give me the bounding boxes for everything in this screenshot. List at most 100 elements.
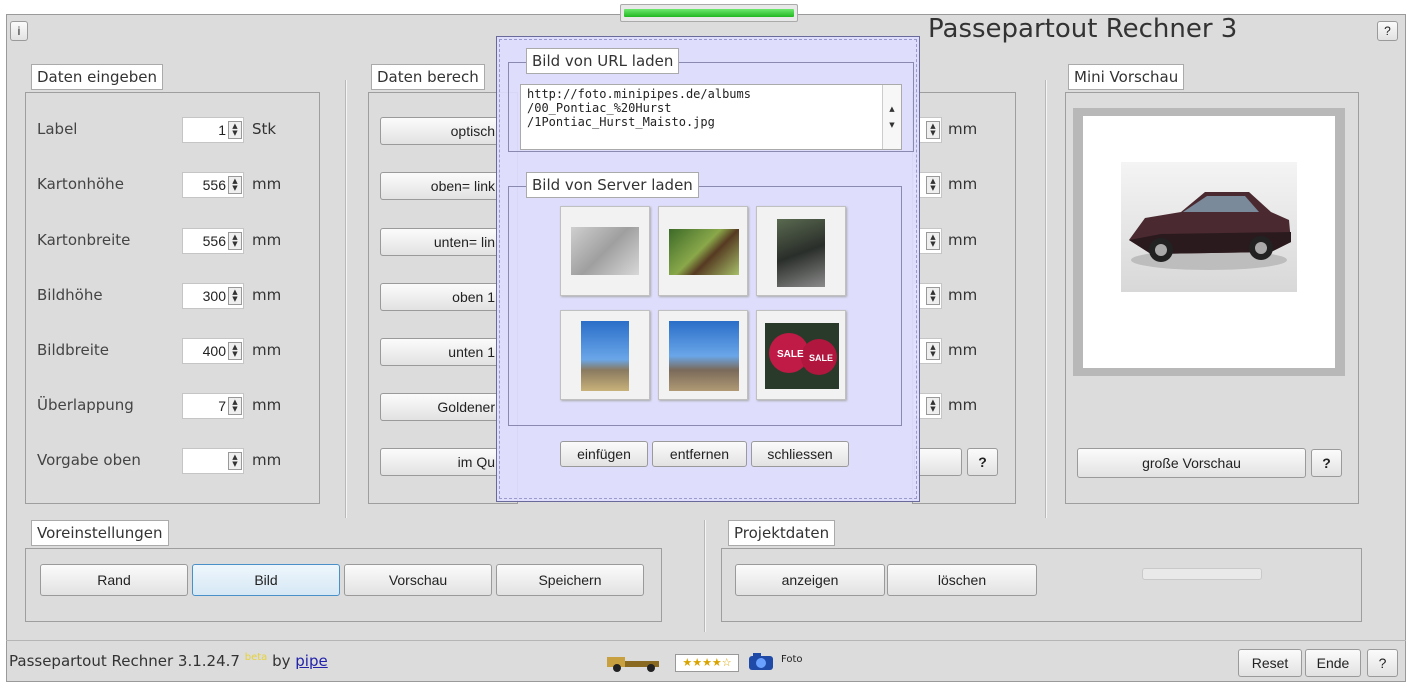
scroll-down-icon[interactable]: ▼ [889, 121, 894, 129]
thumbnail-texture[interactable] [560, 206, 650, 296]
spinner-value: 400 [202, 343, 226, 359]
ergebnis-help-button[interactable]: ? [967, 448, 998, 476]
spinner-arrows-icon[interactable]: ▲ ▼ [228, 452, 242, 470]
thumbnail-image [777, 219, 825, 287]
footer-help-button[interactable]: ? [1367, 649, 1398, 677]
unit-label: mm [252, 286, 282, 304]
app-title: Passepartout Rechner 3 [928, 14, 1238, 44]
url-input[interactable]: http://foto.minipipes.de/albums/00_Ponti… [520, 84, 902, 150]
spinner-value: 1 [218, 122, 226, 138]
app-help-button[interactable]: ? [1377, 21, 1398, 41]
preview-frame [1073, 108, 1345, 376]
spinner-arrows-icon[interactable]: ▲ ▼ [228, 121, 242, 139]
spinner-arrows-icon[interactable]: ▲ ▼ [926, 232, 940, 250]
einfuegen-button[interactable]: einfügen [560, 441, 648, 467]
preset-button-speichern[interactable]: Speichern [496, 564, 644, 596]
status-bar [1142, 568, 1262, 580]
berechnen-button[interactable]: optisch [380, 117, 500, 145]
unit-label: mm [252, 231, 282, 249]
author-link[interactable]: pipe [295, 652, 327, 670]
input-row-label: Überlappung [37, 396, 134, 414]
daten-eingeben-legend: Daten eingeben [31, 64, 164, 90]
grosse-vorschau-button[interactable]: große Vorschau [1077, 448, 1306, 478]
svg-text:SALE: SALE [809, 353, 833, 363]
thumbnail-bird-grey[interactable] [756, 206, 846, 296]
berechnen-button[interactable]: im Qu [380, 448, 500, 476]
thumbnail-bird-branch[interactable] [658, 206, 748, 296]
spinner-value: 7 [218, 398, 226, 414]
input-row-label: Kartonbreite [37, 231, 131, 249]
number-spinner[interactable]: 1 ▲ ▼ [182, 117, 244, 143]
footer-divider [6, 640, 1406, 641]
input-row-label: Vorgabe oben [37, 451, 141, 469]
projektdaten-anzeigen-button[interactable] [914, 448, 962, 476]
spinner-arrows-icon[interactable]: ▲ ▼ [926, 397, 940, 415]
spinner-arrows-icon[interactable]: ▲ ▼ [228, 176, 242, 194]
schliessen-button[interactable]: schliessen [751, 441, 849, 467]
spinner-arrows-icon[interactable]: ▲ ▼ [926, 176, 940, 194]
thumbnail-church-2[interactable] [658, 310, 748, 400]
progress-bar [620, 4, 798, 22]
preset-button-vorschau[interactable]: Vorschau [344, 564, 492, 596]
svg-text:SALE: SALE [777, 349, 804, 360]
number-spinner[interactable]: 400 ▲ ▼ [182, 338, 244, 364]
number-spinner[interactable]: 300 ▲ ▼ [182, 283, 244, 309]
number-spinner[interactable]: 7 ▲ ▼ [182, 393, 244, 419]
unit-label: mm [948, 175, 978, 193]
preset-button-rand[interactable]: Rand [40, 564, 188, 596]
anzeigen-button[interactable]: anzeigen [735, 564, 885, 596]
unit-label: Stk [252, 120, 277, 138]
separator [704, 520, 706, 632]
vorschau-help-button[interactable]: ? [1311, 449, 1342, 477]
version-text: Passepartout Rechner 3.1.24.7 [9, 652, 240, 670]
berechnen-button[interactable]: oben= link [380, 172, 500, 200]
loeschen-button[interactable]: löschen [887, 564, 1037, 596]
thumbnail-church-1[interactable] [560, 310, 650, 400]
preview-mat [1083, 116, 1335, 368]
unit-label: mm [252, 396, 282, 414]
number-spinner[interactable]: ▲ ▼ [182, 448, 244, 474]
car-icon[interactable] [603, 651, 667, 673]
version-info: Passepartout Rechner 3.1.24.7 beta by pi… [9, 652, 328, 670]
separator [1045, 80, 1047, 518]
number-spinner[interactable]: 556 ▲ ▼ [182, 172, 244, 198]
number-spinner[interactable]: 556 ▲ ▼ [182, 228, 244, 254]
entfernen-button[interactable]: entfernen [652, 441, 747, 467]
spinner-arrows-icon[interactable]: ▲ ▼ [228, 232, 242, 250]
scroll-up-icon[interactable]: ▲ [889, 105, 894, 113]
ende-button[interactable]: Ende [1305, 649, 1361, 677]
beta-badge: beta [244, 652, 268, 663]
server-legend: Bild von Server laden [526, 172, 699, 198]
input-row-label: Kartonhöhe [37, 175, 124, 193]
preset-button-bild[interactable]: Bild [192, 564, 340, 596]
berechnen-button[interactable]: Goldener [380, 393, 500, 421]
foto-label: Foto [781, 654, 803, 665]
berechnen-button[interactable]: unten 1 [380, 338, 500, 366]
unit-label: mm [948, 286, 978, 304]
input-row-label: Label [37, 120, 78, 138]
thumbnail-image [669, 321, 739, 391]
spinner-arrows-icon[interactable]: ▲ ▼ [926, 287, 940, 305]
input-row-label: Bildbreite [37, 341, 110, 359]
rating-stars-icon[interactable]: ★★★★☆ [675, 654, 739, 672]
unit-label: mm [948, 120, 978, 138]
url-scrollbar[interactable]: ▲ ▼ [882, 85, 901, 149]
mini-vorschau-legend: Mini Vorschau [1068, 64, 1185, 90]
progress-fill [624, 9, 794, 17]
foto-camera-icon[interactable]: Foto [745, 650, 815, 672]
daten-berechnen-legend: Daten berech [371, 64, 485, 90]
url-line: http://foto.minipipes.de/albums [527, 87, 751, 101]
spinner-arrows-icon[interactable]: ▲ ▼ [228, 342, 242, 360]
berechnen-button[interactable]: unten= lin [380, 228, 500, 256]
spinner-arrows-icon[interactable]: ▲ ▼ [926, 121, 940, 139]
spinner-arrows-icon[interactable]: ▲ ▼ [228, 397, 242, 415]
unit-label: mm [948, 231, 978, 249]
url-line: /1Pontiac_Hurst_Maisto.jpg [527, 115, 715, 129]
spinner-arrows-icon[interactable]: ▲ ▼ [926, 342, 940, 360]
reset-button[interactable]: Reset [1238, 649, 1302, 677]
unit-label: mm [252, 341, 282, 359]
berechnen-button[interactable]: oben 1 [380, 283, 500, 311]
thumbnail-sale-balloons[interactable]: SALE SALE [756, 310, 846, 400]
spinner-arrows-icon[interactable]: ▲ ▼ [228, 287, 242, 305]
info-button[interactable]: i [10, 21, 28, 41]
